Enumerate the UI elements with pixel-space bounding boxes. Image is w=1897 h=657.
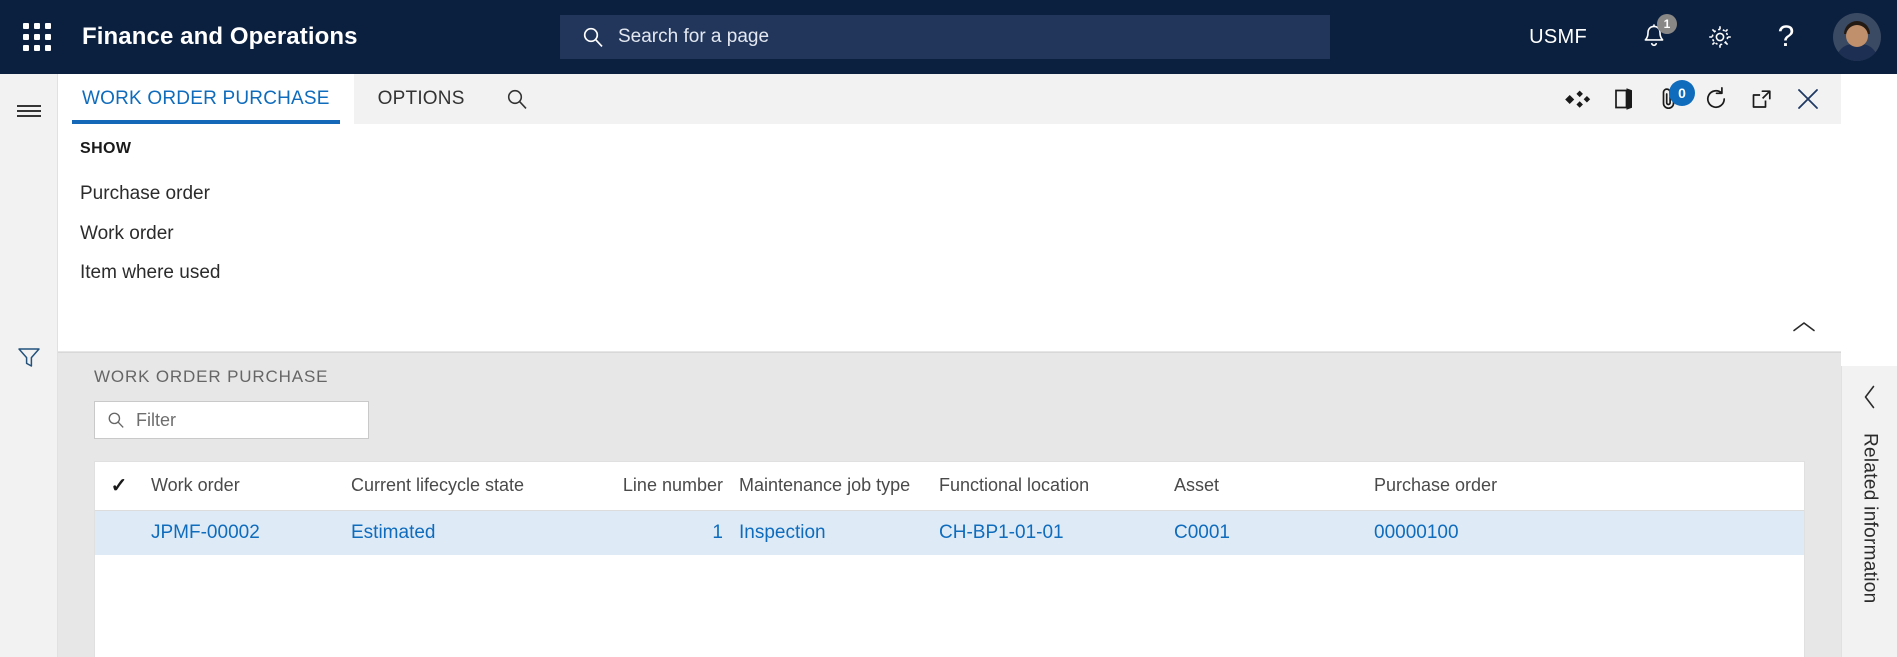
expand-related-information-button[interactable] — [1862, 384, 1878, 415]
row-select-cell[interactable] — [95, 510, 143, 555]
close-button[interactable] — [1785, 74, 1831, 124]
close-icon — [1798, 89, 1818, 109]
column-header-asset[interactable]: Asset — [1166, 462, 1366, 511]
menu-item-work-order[interactable]: Work order — [58, 214, 1841, 254]
checkmark-icon: ✓ — [110, 475, 128, 497]
attachment-count-badge: 0 — [1669, 80, 1695, 106]
tabstrip-command-icons: 0 — [1555, 74, 1841, 124]
main-layout: WORK ORDER PURCHASE OPTIONS 0 SHOW Purch… — [0, 74, 1897, 657]
grid-section: WORK ORDER PURCHASE Filter ✓ Work order … — [58, 352, 1841, 657]
refresh-button[interactable] — [1693, 74, 1739, 124]
settings-button[interactable] — [1693, 0, 1747, 74]
filter-box[interactable] — [94, 401, 369, 439]
content-column: WORK ORDER PURCHASE OPTIONS 0 SHOW Purch… — [58, 74, 1841, 657]
help-button[interactable]: ? — [1759, 0, 1813, 74]
company-selector[interactable]: USMF — [1529, 26, 1587, 49]
open-in-new-window-button[interactable] — [1739, 74, 1785, 124]
cell-spacer — [1666, 510, 1804, 555]
office-app-button[interactable] — [1601, 74, 1647, 124]
app-title: Finance and Operations — [82, 23, 358, 50]
menu-item-item-where-used[interactable]: Item where used — [58, 253, 1841, 293]
global-search-input[interactable] — [618, 26, 1277, 48]
search-icon — [108, 412, 124, 428]
filter-input[interactable] — [136, 409, 340, 431]
app-launcher-button[interactable] — [8, 23, 66, 51]
top-navigation-bar: Finance and Operations USMF 1 — [0, 0, 1897, 74]
tab-work-order-purchase[interactable]: WORK ORDER PURCHASE — [58, 74, 354, 124]
tabstrip-search-button[interactable] — [489, 74, 545, 124]
office-app-icon — [1615, 88, 1632, 110]
navigation-pane-toggle-button[interactable] — [0, 88, 58, 134]
column-header-work-order[interactable]: Work order — [143, 462, 343, 511]
menu-item-purchase-order[interactable]: Purchase order — [58, 174, 1841, 214]
table-row[interactable]: JPMF-00002 Estimated 1 Inspection CH-BP1… — [95, 510, 1804, 555]
cell-work-order[interactable]: JPMF-00002 — [143, 510, 343, 555]
cell-asset[interactable]: C0001 — [1166, 510, 1366, 555]
cell-functional-location[interactable]: CH-BP1-01-01 — [931, 510, 1166, 555]
filter-pane-button[interactable] — [0, 334, 58, 380]
column-header-line-number[interactable]: Line number — [608, 462, 731, 511]
column-header-spacer — [1666, 462, 1804, 511]
collapse-action-pane-button[interactable] — [1785, 311, 1823, 343]
refresh-icon — [1706, 87, 1726, 108]
chevron-left-icon — [1864, 385, 1874, 409]
share-diamond-icon — [1565, 90, 1591, 108]
tab-options[interactable]: OPTIONS — [354, 74, 489, 124]
tab-label: WORK ORDER PURCHASE — [82, 88, 330, 109]
top-bar-right-group: USMF 1 ? — [1529, 0, 1897, 74]
action-menu-list: Purchase order Work order Item where use… — [58, 174, 1841, 293]
attachments-button[interactable]: 0 — [1647, 74, 1695, 124]
avatar-face — [1846, 25, 1868, 48]
cell-line-number[interactable]: 1 — [608, 510, 731, 555]
table-header-row: ✓ Work order Current lifecycle state Lin… — [95, 462, 1804, 511]
column-header-purchase-order[interactable]: Purchase order — [1366, 462, 1666, 511]
related-information-rail[interactable]: Related information — [1841, 366, 1897, 657]
column-header-maintenance-job-type[interactable]: Maintenance job type — [731, 462, 931, 511]
column-header-current-lifecycle-state[interactable]: Current lifecycle state — [343, 462, 608, 511]
funnel-filter-icon — [18, 348, 40, 367]
gear-icon — [1709, 26, 1731, 48]
cell-maintenance-job-type[interactable]: Inspection — [731, 510, 931, 555]
share-diamond-button[interactable] — [1555, 74, 1601, 124]
data-grid: ✓ Work order Current lifecycle state Lin… — [94, 461, 1805, 657]
select-all-header[interactable]: ✓ — [95, 462, 143, 511]
notifications-button[interactable]: 1 — [1627, 0, 1681, 74]
app-launcher-icon — [23, 23, 51, 51]
action-group-label: SHOW — [80, 140, 132, 157]
left-rail — [0, 74, 58, 657]
cell-purchase-order[interactable]: 00000100 — [1366, 510, 1666, 555]
question-mark-icon: ? — [1777, 20, 1795, 53]
search-icon — [507, 89, 527, 109]
hamburger-menu-icon — [17, 105, 41, 117]
popout-window-icon — [1752, 90, 1771, 108]
search-icon — [582, 26, 604, 48]
column-header-functional-location[interactable]: Functional location — [931, 462, 1166, 511]
tab-label: OPTIONS — [377, 88, 465, 109]
grid-caption: WORK ORDER PURCHASE — [94, 367, 329, 386]
work-order-purchase-table: ✓ Work order Current lifecycle state Lin… — [95, 462, 1804, 555]
avatar[interactable] — [1833, 13, 1881, 61]
cell-current-lifecycle-state[interactable]: Estimated — [343, 510, 608, 555]
action-pane-tabstrip: WORK ORDER PURCHASE OPTIONS 0 — [58, 74, 1841, 124]
notification-count-badge: 1 — [1657, 14, 1677, 34]
global-search-box[interactable] — [560, 15, 1330, 59]
chevron-up-icon — [1793, 322, 1815, 332]
related-information-label[interactable]: Related information — [1859, 433, 1881, 603]
action-pane: SHOW Purchase order Work order Item wher… — [58, 124, 1841, 352]
